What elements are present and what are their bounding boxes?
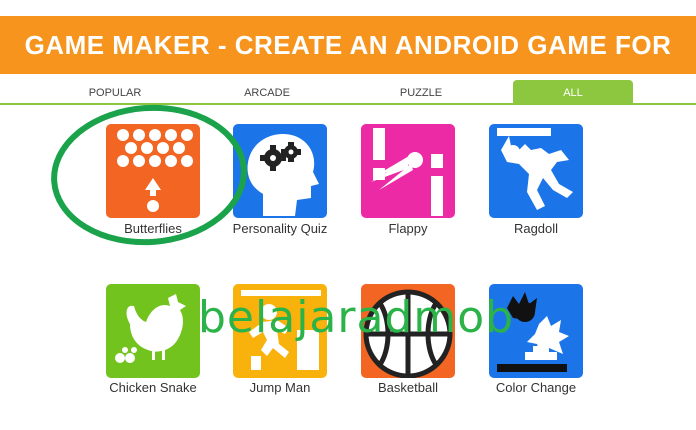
game-tile-butterflies[interactable] [106, 124, 200, 218]
game-tile-flappy[interactable] [361, 124, 455, 218]
tab-popular[interactable]: POPULAR [40, 80, 190, 104]
comet-pipes-icon [371, 128, 443, 216]
header-banner: GAME MAKER - CREATE AN ANDROID GAME FOR … [0, 16, 696, 118]
falling-man-icon [497, 128, 573, 210]
tab-puzzle[interactable]: PUZZLE [346, 80, 496, 104]
tabs-divider [0, 103, 696, 105]
bubble-shooter-icon [117, 129, 193, 212]
page-title: GAME MAKER - CREATE AN ANDROID GAME FOR … [24, 30, 672, 118]
tab-all[interactable]: ALL [513, 80, 633, 104]
game-label-ragdoll[interactable]: Ragdoll [461, 221, 611, 236]
game-tile-chicken-snake[interactable] [106, 284, 200, 378]
game-tile-ragdoll[interactable] [489, 124, 583, 218]
game-tile-personality-quiz[interactable] [233, 124, 327, 218]
head-gears-icon [247, 134, 319, 216]
watermark-text: belajaradmob [198, 292, 515, 343]
tab-arcade[interactable]: ARCADE [192, 80, 342, 104]
chicken-icon [115, 294, 186, 363]
game-label-color-change[interactable]: Color Change [461, 380, 611, 395]
category-tabs: POPULAR ARCADE PUZZLE ALL [0, 80, 696, 104]
